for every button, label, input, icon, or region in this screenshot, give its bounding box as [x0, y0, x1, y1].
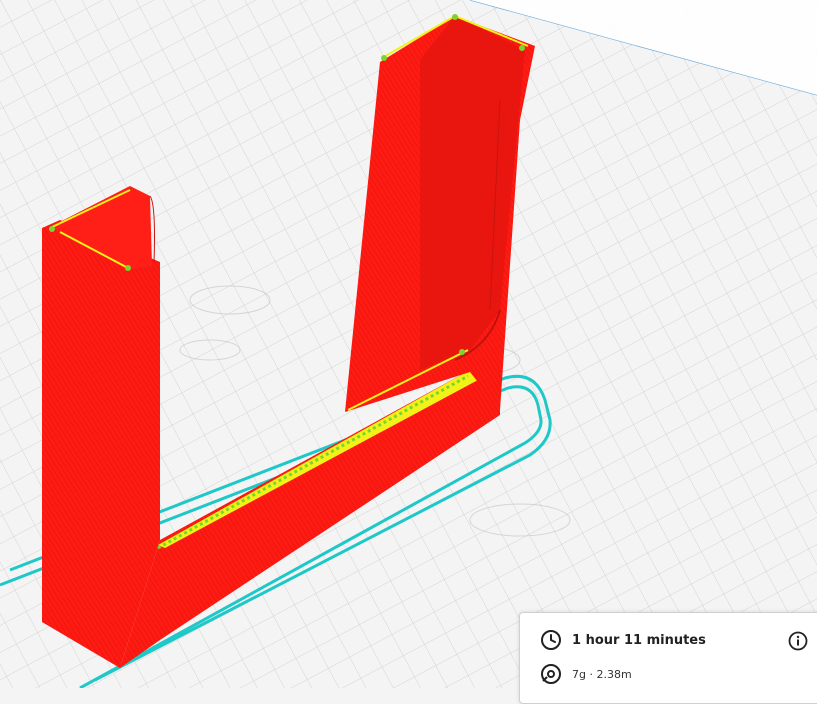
layer-view-scene[interactable] — [0, 0, 817, 688]
material-usage-label: 7g · 2.38m — [572, 667, 632, 681]
clock-icon — [540, 629, 562, 651]
3d-viewport[interactable] — [0, 0, 817, 688]
info-icon[interactable] — [788, 631, 808, 651]
print-estimate-panel: 1 hour 11 minutes 7g · 2.38m — [519, 612, 817, 704]
print-time-label: 1 hour 11 minutes — [572, 632, 706, 648]
print-time-row: 1 hour 11 minutes — [540, 629, 706, 651]
left-wall — [42, 186, 160, 668]
spool-icon — [540, 663, 562, 685]
material-usage-row: 7g · 2.38m — [540, 663, 632, 685]
